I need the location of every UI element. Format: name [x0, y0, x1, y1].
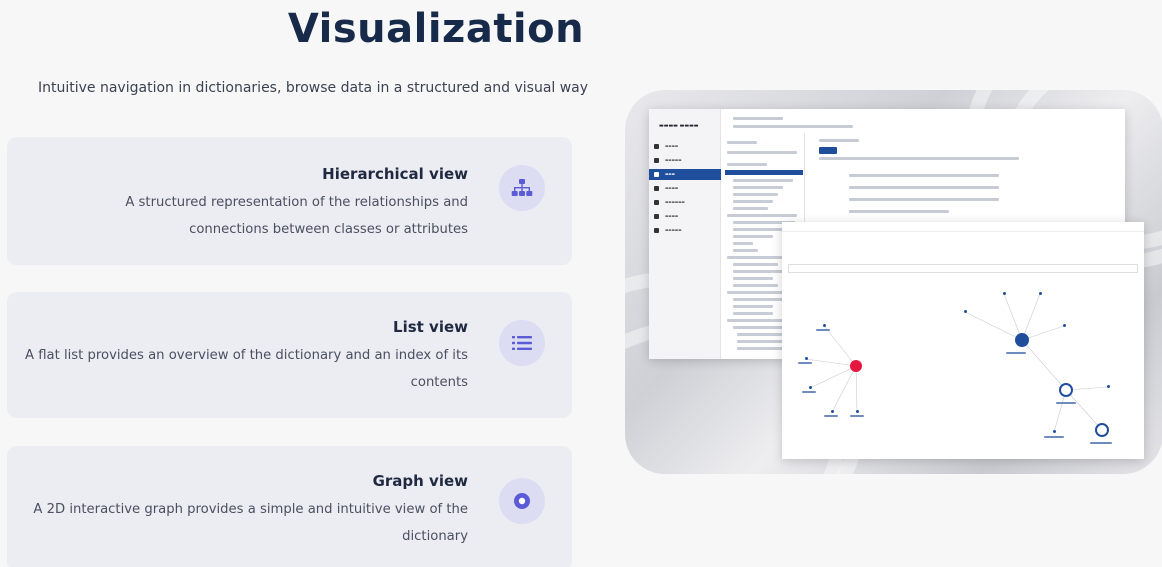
card-title: Hierarchical view [322, 165, 468, 183]
tree-row [733, 270, 783, 273]
graph-view-card: Graph view A 2D interactive graph provid… [7, 446, 572, 567]
page-subtitle: Intuitive navigation in dictionaries, br… [38, 80, 589, 96]
graph-node-outline [1095, 423, 1109, 437]
tree-row [733, 305, 773, 308]
page-title: Visualization [287, 6, 585, 52]
tree-row [727, 256, 787, 259]
tree-row [727, 141, 757, 144]
hierarchical-view-card: Hierarchical view A structured represent… [7, 137, 572, 265]
graph-node [823, 324, 826, 327]
graph-node-label [802, 391, 816, 393]
graph-node-label [798, 362, 812, 364]
tree-row [733, 242, 753, 245]
graph-icon [499, 478, 545, 524]
graph-edges [805, 293, 1109, 433]
graph-node [856, 410, 859, 413]
tree-row [733, 200, 773, 203]
sidebar: ▬▬▬▬ ▬▬▬▬ ▬▬▬▬ ▬▬▬▬▬ ▬▬▬ ▬▬▬▬ ▬▬▬▬▬▬ ▬▬▬… [649, 109, 721, 359]
graph-view-window [782, 222, 1144, 459]
card-title: Graph view [372, 472, 468, 490]
graph-node-label [1006, 352, 1026, 354]
tree-row [733, 326, 788, 329]
graph-node-label [816, 329, 830, 331]
tree-selected-row [725, 170, 803, 175]
sidebar-item: ▬▬▬▬ [649, 141, 721, 152]
graph-node [809, 386, 812, 389]
tree-row [733, 193, 778, 196]
tree-row [737, 347, 787, 350]
sidebar-item-active: ▬▬▬ [649, 169, 721, 180]
card-description: A 2D interactive graph provides a simple… [33, 502, 468, 544]
list-view-card: List view A flat list provides an overvi… [7, 292, 572, 418]
graph-node [964, 310, 967, 313]
graph-node-outline [1059, 383, 1073, 397]
tree-row [733, 284, 778, 287]
sidebar-item: ▬▬▬▬▬▬ [649, 197, 721, 208]
hierarchy-icon [499, 165, 545, 211]
graph-node-hub [1015, 333, 1029, 347]
app-screenshot-image: ▬▬▬▬ ▬▬▬▬ ▬▬▬▬ ▬▬▬▬▬ ▬▬▬ ▬▬▬▬ ▬▬▬▬▬▬ ▬▬▬… [625, 90, 1162, 474]
tree-row [733, 179, 793, 182]
graph-node [1039, 292, 1042, 295]
graph-node-label [1090, 442, 1112, 444]
tree-row [733, 249, 758, 252]
graph-node-label [1056, 402, 1076, 404]
object-chip [819, 147, 837, 154]
graph-node [1003, 292, 1006, 295]
card-description: A structured representation of the relat… [125, 195, 468, 237]
tree-row [727, 163, 767, 166]
tree-row [733, 235, 773, 238]
graph-node [1053, 430, 1056, 433]
graph-node-label [824, 415, 838, 417]
tree-row [733, 263, 778, 266]
sidebar-item: ▬▬▬▬ [649, 211, 721, 222]
tree-row [733, 186, 783, 189]
tree-row [727, 151, 797, 154]
card-title: List view [393, 318, 468, 336]
sidebar-item: ▬▬▬▬ [649, 183, 721, 194]
graph-node-label [1044, 436, 1064, 438]
list-icon [499, 320, 545, 366]
tree-row [733, 312, 773, 315]
card-description: A flat list provides an overview of the … [24, 348, 468, 390]
sidebar-item: ▬▬▬▬▬ [649, 155, 721, 166]
graph-node [831, 410, 834, 413]
graph-node [1063, 324, 1066, 327]
tree-row [727, 319, 787, 322]
graph-node-label [850, 415, 864, 417]
app-logo: ▬▬▬▬ ▬▬▬▬ [659, 123, 699, 129]
graph-node [1107, 385, 1110, 388]
graph-node [805, 357, 808, 360]
tree-row [733, 207, 768, 210]
tree-row [727, 214, 797, 217]
graph-node-selected [850, 360, 862, 372]
sidebar-item: ▬▬▬▬▬ [649, 225, 721, 236]
tree-row [733, 277, 773, 280]
